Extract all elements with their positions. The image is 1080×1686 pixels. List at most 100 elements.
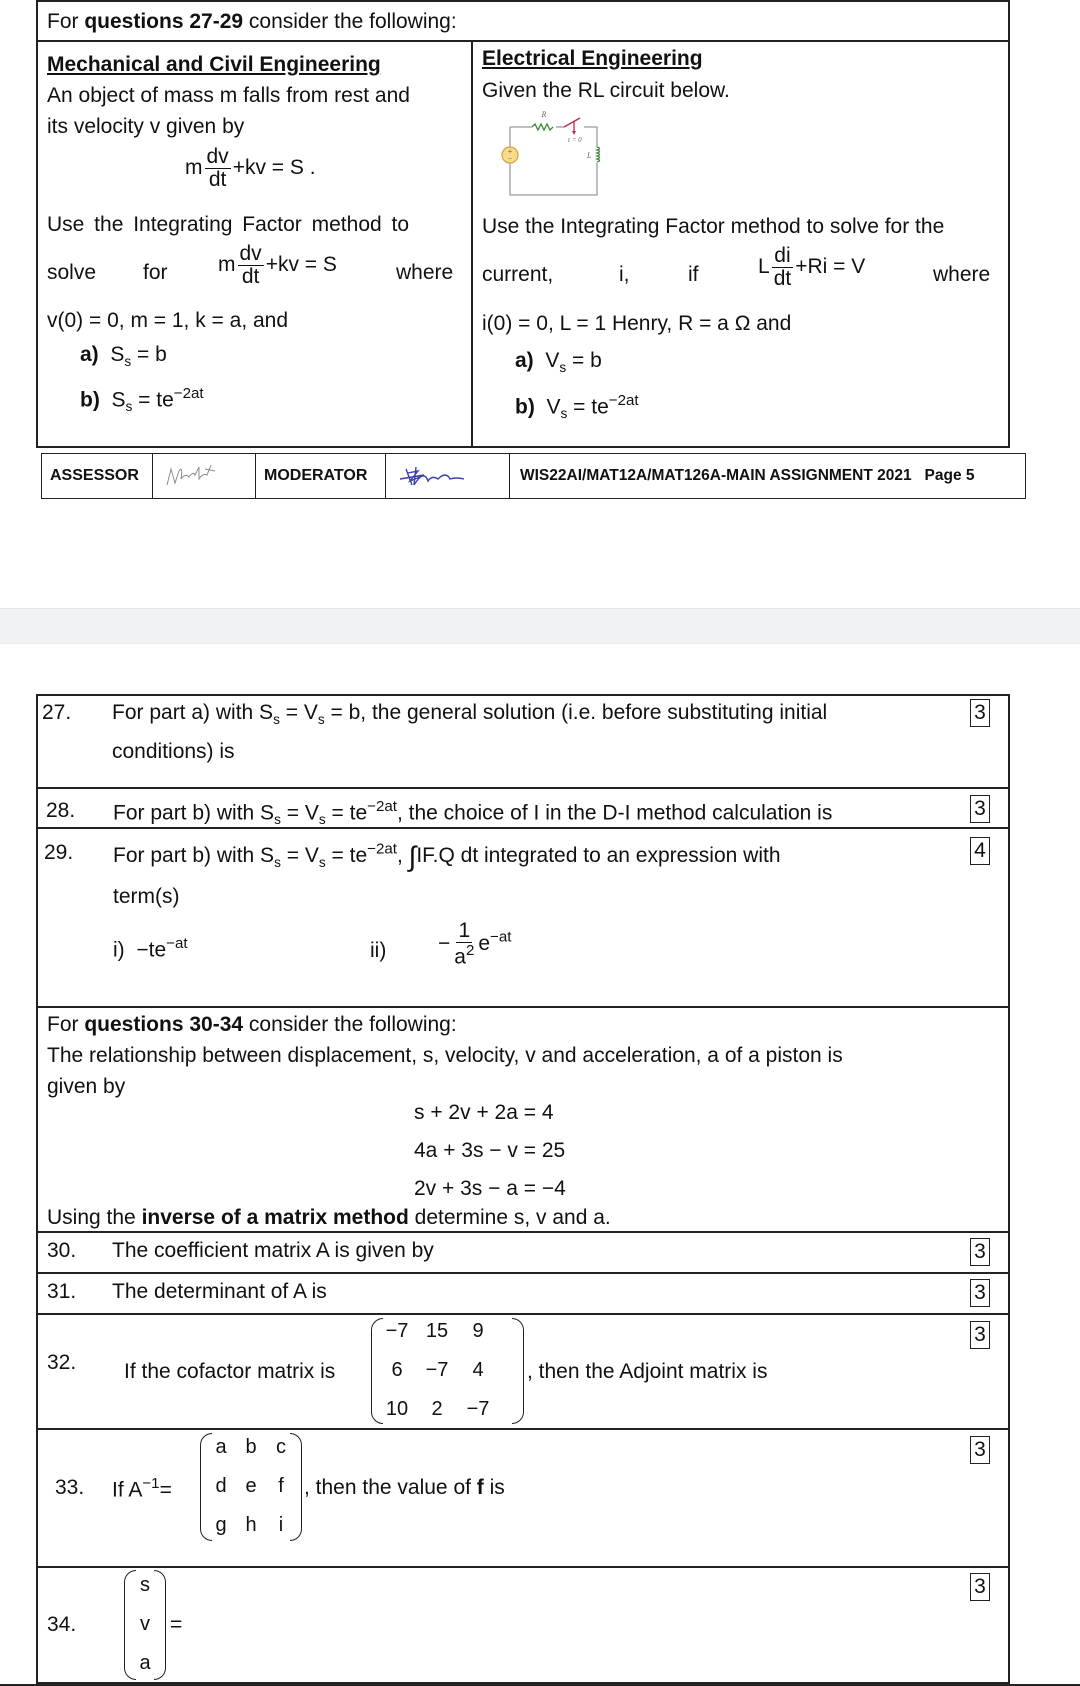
row-divider [36, 1272, 1010, 1274]
q27-marks: 3 [970, 699, 990, 727]
elec-where-word: where [933, 263, 991, 286]
row-divider [36, 787, 1010, 789]
matrix-cell: a [215, 1436, 227, 1458]
q29-text: For part b) with Ss = Vs = te−2at, ∫IF.Q… [113, 840, 781, 872]
q33-text-post: , then the value of f is [304, 1476, 505, 1499]
signature-icon [399, 466, 465, 486]
table-border [36, 0, 38, 448]
mech-solve-word: solve [47, 261, 97, 284]
table-border [1008, 0, 1010, 448]
q30-text: The coefficient matrix A is given by [112, 1239, 434, 1262]
q29-option-i: i) −te−at [113, 935, 188, 962]
fraction-di-dt: di dt [772, 244, 793, 291]
inductor-label: L [586, 151, 592, 160]
equation-2: 4a + 3s − v = 25 [414, 1139, 566, 1162]
mech-use-line: Use the Integrating Factor method to [47, 213, 410, 236]
matrix-cell: 4 [472, 1359, 484, 1381]
row-divider [36, 1006, 1010, 1008]
matrix-right-paren [290, 1433, 302, 1541]
elec-part-a: a) Vs = b [515, 349, 602, 375]
matrix-cell: h [245, 1514, 257, 1536]
page-separator [0, 608, 1080, 644]
switch-label: t = 0 [568, 136, 582, 144]
elec-use-line: Use the Integrating Factor method to sol… [482, 215, 945, 238]
row-divider [36, 1428, 1010, 1430]
elec-if-word: if [688, 263, 699, 286]
matrix-cell: 15 [425, 1320, 449, 1342]
mech-equation-2: m dv dt +kv = S [218, 242, 337, 289]
q29-marks: 4 [970, 837, 990, 865]
mech-line1: An object of mass m falls from rest and [47, 84, 410, 107]
rl-circuit-diagram: + − R L V t = 0 [500, 110, 601, 196]
matrix-cell: −7 [425, 1359, 449, 1381]
q32-marks: 3 [970, 1321, 990, 1349]
q28-text: For part b) with Ss = Vs = te−2at, the c… [113, 798, 833, 828]
equation-1: s + 2v + 2a = 4 [414, 1101, 554, 1124]
elec-conditions: i(0) = 0, L = 1 Henry, R = a Ω and [482, 312, 792, 335]
equation-3: 2v + 3s − a = −4 [414, 1177, 566, 1200]
switch-icon [563, 117, 581, 128]
q29-number: 29. [44, 841, 74, 864]
q31-text: The determinant of A is [112, 1280, 327, 1303]
fraction-dv-dt: dv dt [204, 145, 231, 192]
intro-30-34-line1: The relationship between displacement, s… [47, 1044, 843, 1067]
q29-option-ii-label: ii) [370, 939, 387, 962]
elec-part-b: b) Vs = te−2at [515, 392, 639, 422]
q27-number: 27. [42, 701, 72, 724]
elec-current-word: current, [482, 263, 554, 286]
intro-30-34-line2: given by [47, 1075, 126, 1098]
matrix-cell: 2 [431, 1398, 443, 1420]
method-instruction: Using the inverse of a matrix method det… [47, 1206, 611, 1229]
assessor-signature [152, 453, 256, 499]
mech-part-a: a) Ss = b [80, 343, 167, 369]
matrix-cell: g [215, 1514, 227, 1536]
mech-for-word: for [143, 261, 168, 284]
matrix-cell: d [215, 1475, 227, 1497]
q34-equals: = [170, 1613, 183, 1636]
matrix-cell: b [245, 1436, 257, 1458]
mech-part-b: b) Ss = te−2at [80, 385, 204, 415]
signature-icon [166, 464, 216, 486]
elec-equation: Ldi dt +Ri = V [758, 244, 866, 291]
inverse-matrix: abcdefghi [206, 1436, 296, 1537]
matrix-cell: −7 [385, 1320, 409, 1342]
table-border [36, 40, 1010, 42]
q33-text-pre: If A−1= [112, 1475, 172, 1502]
table-border [36, 694, 38, 1686]
table-border [36, 446, 1010, 448]
q30-marks: 3 [970, 1238, 990, 1266]
q28-marks: 3 [970, 795, 990, 823]
moderator-label: MODERATOR [255, 453, 386, 499]
q31-marks: 3 [970, 1279, 990, 1307]
elec-line1: Given the RL circuit below. [482, 79, 730, 102]
mech-heading: Mechanical and Civil Engineering [47, 53, 381, 76]
fraction-dv-dt: dv dt [237, 242, 264, 289]
matrix-cell: −7 [466, 1398, 490, 1420]
q29-text-cont: term(s) [113, 885, 180, 908]
q33-marks: 3 [970, 1436, 990, 1464]
row-divider [36, 1231, 1010, 1233]
mech-equation: m dv dt +kv = S . [185, 145, 316, 192]
source-label: V [500, 151, 501, 160]
matrix-cell: 6 [391, 1359, 403, 1381]
intro-30-34: For questions 30-34 consider the followi… [47, 1013, 457, 1036]
q31-number: 31. [47, 1280, 77, 1303]
page-number: Page 5 [924, 467, 975, 484]
q27-text-cont: conditions) is [112, 740, 235, 763]
intro-27-29: For questions 27-29 consider the followi… [47, 10, 457, 33]
resistor-label: R [541, 110, 547, 119]
table-border [36, 694, 1010, 696]
table-border [36, 0, 1010, 2]
moderator-signature [385, 453, 510, 499]
mech-where-word: where [396, 261, 454, 284]
matrix-cell: 9 [472, 1320, 484, 1342]
q32-text-pre: If the cofactor matrix is [124, 1360, 336, 1383]
q32-text-post: , then the Adjoint matrix is [527, 1360, 768, 1383]
document-code: WIS22AI/MAT12A/MAT126A-MAIN ASSIGNMENT 2… [509, 453, 1026, 499]
q32-number: 32. [47, 1351, 77, 1374]
cofactor-matrix: −7 15 9 6 −7 4 10 2 −7 [380, 1320, 496, 1421]
q28-number: 28. [46, 799, 76, 822]
q27-text: For part a) with Ss = Vs = b, the genera… [112, 701, 828, 727]
mech-conditions: v(0) = 0, m = 1, k = a, and [47, 309, 289, 332]
table-border [1008, 694, 1010, 1686]
